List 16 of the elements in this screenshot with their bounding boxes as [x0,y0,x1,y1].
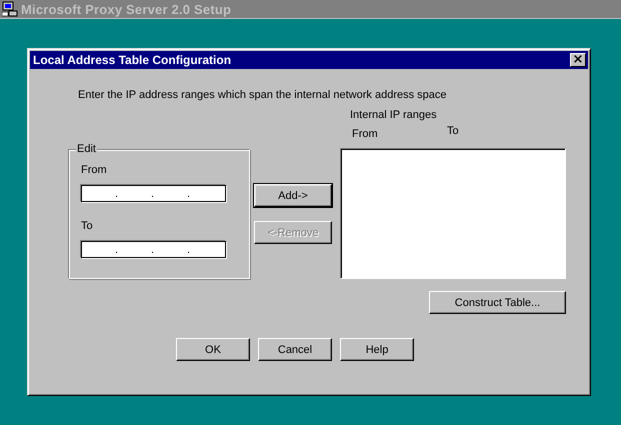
add-button[interactable]: Add-> [254,184,332,207]
ok-button[interactable]: OK [176,338,250,361]
field-label: To [81,220,93,232]
app-title: Microsoft Proxy Server 2.0 Setup [21,2,232,16]
list-title: Internal IP ranges [350,109,437,121]
instruction-text: Enter the IP address ranges which span the internal network address space [78,89,447,101]
help-button[interactable]: Help [340,338,414,361]
group-title: Edit [76,143,97,155]
column-header: From [352,128,379,140]
field-label: From [81,164,107,176]
column-header: To [447,125,459,139]
dialog-title: Local Address Table Configuration [33,53,232,67]
construct-table-button[interactable]: Construct Table... [429,291,566,314]
cancel-button[interactable]: Cancel [258,338,332,361]
close-button[interactable]: × [570,53,586,67]
ip-ranges-list[interactable] [340,148,566,279]
